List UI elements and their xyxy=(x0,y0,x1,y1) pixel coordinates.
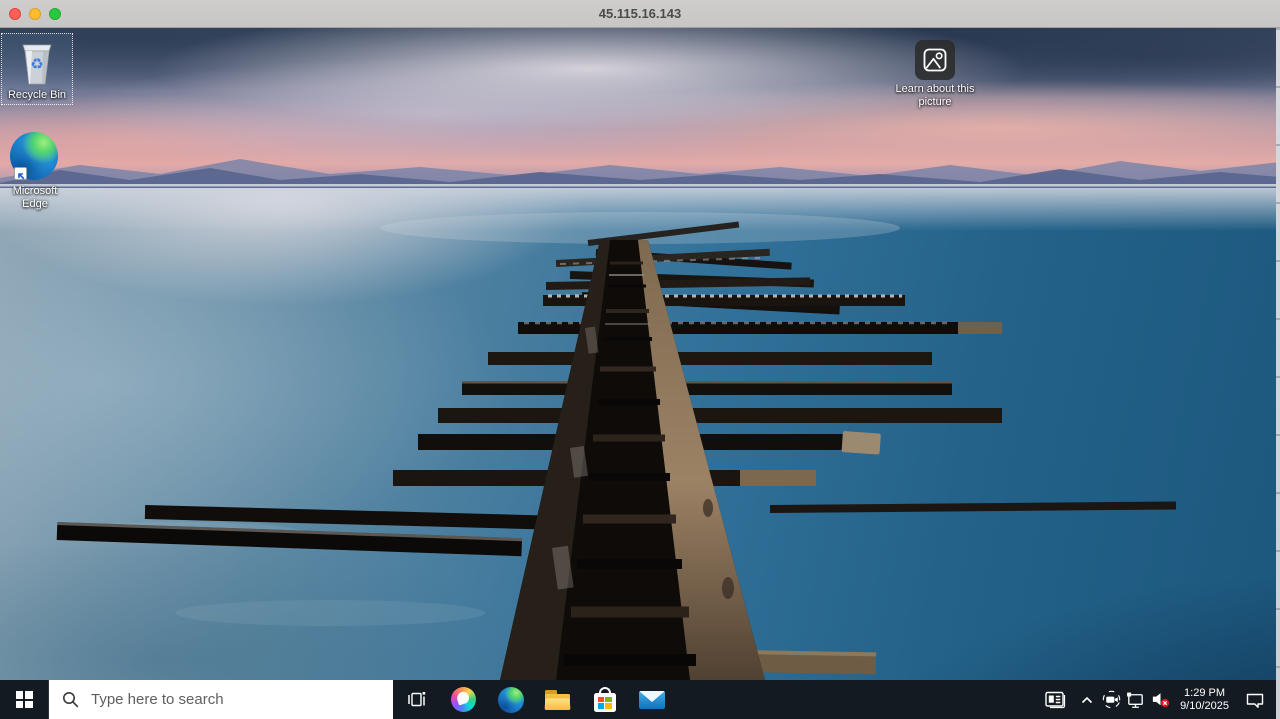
news-and-interests-button[interactable] xyxy=(1035,680,1075,719)
network-button[interactable] xyxy=(1123,680,1147,719)
task-view-button[interactable] xyxy=(393,680,440,719)
picture-info-icon xyxy=(915,40,955,80)
notification-icon xyxy=(1244,690,1266,710)
shortcut-arrow-icon xyxy=(14,167,27,180)
windows-taskbar: 1:29 PM 9/10/2025 xyxy=(0,680,1280,719)
volume-muted-icon xyxy=(1150,690,1171,709)
desktop-icon-recycle-bin[interactable]: ♻ Recycle Bin xyxy=(2,34,72,104)
window-title: 45.115.16.143 xyxy=(0,6,1280,21)
desktop-icon-learn-about-this-picture[interactable]: Learn about this picture xyxy=(895,40,975,109)
microsoft-store-icon xyxy=(594,693,616,712)
copilot-button[interactable] xyxy=(440,680,487,719)
mail-icon xyxy=(639,691,665,709)
system-tray: 1:29 PM 9/10/2025 xyxy=(1035,680,1280,719)
notification-center-button[interactable] xyxy=(1236,680,1274,719)
microsoft-store-button[interactable] xyxy=(581,680,628,719)
windows-logo-icon xyxy=(16,691,33,708)
recycle-bin-icon: ♻ xyxy=(15,38,59,86)
edge-button[interactable] xyxy=(487,680,534,719)
wallpaper-pier-art xyxy=(0,28,1280,680)
desktop-icon-label: Microsoft Edge xyxy=(3,185,67,211)
search-input[interactable] xyxy=(91,691,351,708)
show-hidden-icons-button[interactable] xyxy=(1075,680,1099,719)
start-button[interactable] xyxy=(0,680,48,719)
desktop-icon-label: Recycle Bin xyxy=(8,89,66,102)
desktop-icon-label: Learn about this picture xyxy=(895,83,975,109)
clock-date: 9/10/2025 xyxy=(1180,700,1229,713)
meet-now-button[interactable] xyxy=(1099,680,1123,719)
clock-time: 1:29 PM xyxy=(1180,687,1229,700)
windows-desktop[interactable]: ♻ Recycle Bin Microsoft Edge xyxy=(0,28,1280,719)
volume-button[interactable] xyxy=(1147,680,1173,719)
macos-titlebar: 45.115.16.143 xyxy=(0,0,1280,28)
edge-icon xyxy=(498,687,524,713)
network-ethernet-icon xyxy=(1125,690,1146,710)
news-icon xyxy=(1044,690,1067,709)
task-view-icon xyxy=(406,689,427,710)
taskbar-search[interactable] xyxy=(48,680,393,719)
file-explorer-icon xyxy=(545,690,570,710)
recycle-symbol: ♻ xyxy=(30,55,43,73)
chevron-up-icon xyxy=(1078,691,1096,709)
scrollbar[interactable] xyxy=(1276,28,1280,719)
desktop-icon-microsoft-edge[interactable]: Microsoft Edge xyxy=(3,132,67,211)
meet-now-icon xyxy=(1101,689,1122,710)
taskbar-clock[interactable]: 1:29 PM 9/10/2025 xyxy=(1173,687,1236,713)
file-explorer-button[interactable] xyxy=(534,680,581,719)
copilot-icon xyxy=(451,687,476,712)
edge-icon xyxy=(10,132,60,182)
mail-button[interactable] xyxy=(628,680,675,719)
search-icon xyxy=(62,691,79,708)
remote-desktop-window: 45.115.16.143 xyxy=(0,0,1280,719)
